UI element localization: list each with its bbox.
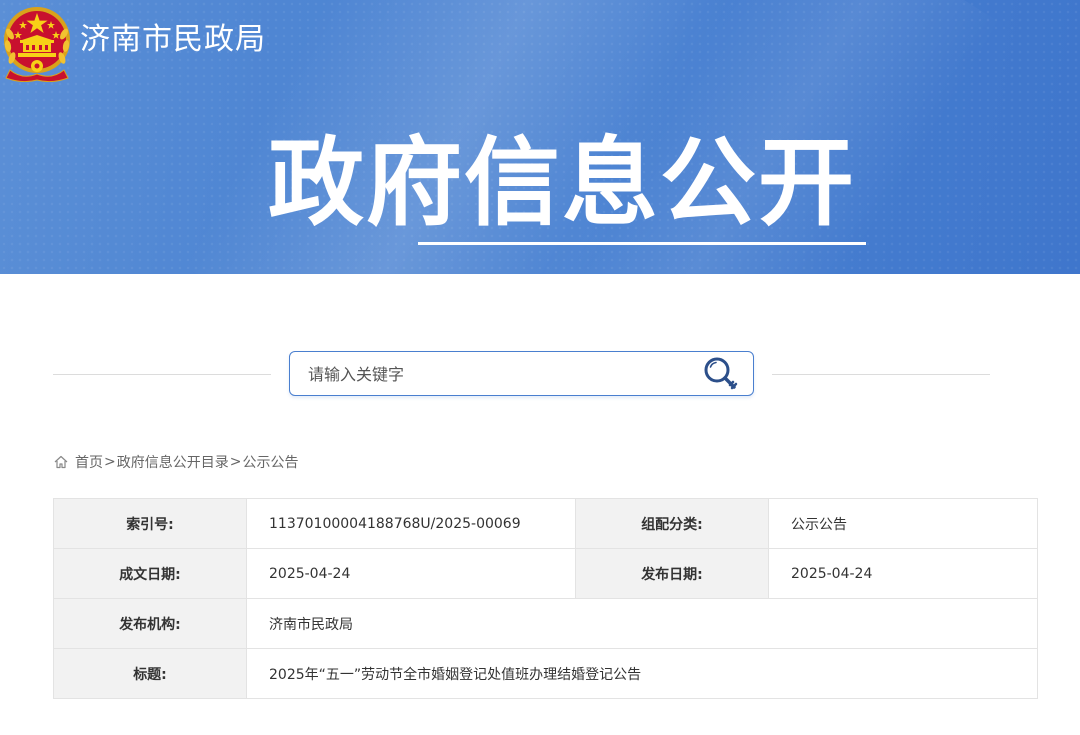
breadcrumb: 首页 > 政府信息公开目录 > 公示公告 <box>53 451 298 473</box>
title-value: 2025年“五一”劳动节全市婚姻登记处值班办理结婚登记公告 <box>246 648 1038 699</box>
table-row: 成文日期: 2025-04-24 发布日期: 2025-04-24 <box>53 548 1038 599</box>
created-date-label: 成文日期: <box>53 548 247 599</box>
document-info-table: 索引号: 11370100004188768U/2025-00069 组配分类:… <box>53 498 1038 699</box>
search-divider-right <box>772 374 990 375</box>
title-label: 标题: <box>53 648 247 699</box>
published-date-value: 2025-04-24 <box>768 548 1038 599</box>
table-row: 索引号: 11370100004188768U/2025-00069 组配分类:… <box>53 498 1038 549</box>
search-key-icon <box>704 357 738 390</box>
breadcrumb-separator: > <box>229 454 242 470</box>
search-box <box>289 351 754 396</box>
breadcrumb-catalog-link[interactable]: 政府信息公开目录 <box>117 452 229 472</box>
published-date-label: 发布日期: <box>575 548 769 599</box>
search-divider-left <box>53 374 271 375</box>
table-row: 发布机构: 济南市民政局 <box>53 598 1038 649</box>
org-value: 济南市民政局 <box>246 598 1038 649</box>
org-label: 发布机构: <box>53 598 247 649</box>
site-name[interactable]: 济南市民政局 <box>80 20 266 60</box>
page-title: 政府信息公开 <box>268 127 856 239</box>
breadcrumb-home-link[interactable]: 首页 <box>75 452 103 472</box>
search-button[interactable] <box>701 354 743 394</box>
index-label: 索引号: <box>53 498 247 549</box>
title-underline <box>418 242 866 245</box>
category-label: 组配分类: <box>575 498 769 549</box>
home-icon <box>54 455 68 469</box>
breadcrumb-current-link[interactable]: 公示公告 <box>242 452 298 472</box>
table-row: 标题: 2025年“五一”劳动节全市婚姻登记处值班办理结婚登记公告 <box>53 648 1038 699</box>
search-input[interactable] <box>298 358 698 390</box>
header-banner: 济南市民政局 政府信息公开 <box>0 0 1080 274</box>
category-value: 公示公告 <box>768 498 1038 549</box>
created-date-value: 2025-04-24 <box>246 548 576 599</box>
index-value: 11370100004188768U/2025-00069 <box>246 498 576 549</box>
national-emblem-icon[interactable] <box>2 4 72 82</box>
breadcrumb-separator: > <box>104 454 116 470</box>
